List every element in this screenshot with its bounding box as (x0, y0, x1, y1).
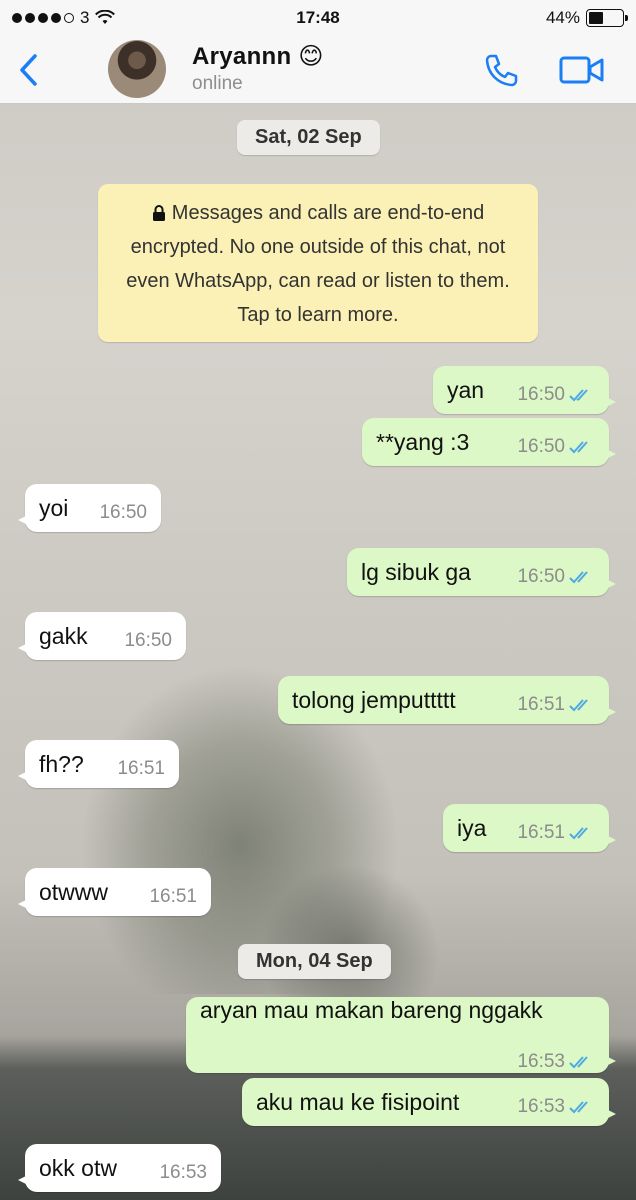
message-meta: 16:50 (124, 630, 172, 652)
double-check-icon (569, 699, 588, 712)
message-bubble-incoming[interactable]: fh?? 16:51 (18, 740, 179, 788)
message-text: gakk (39, 622, 88, 649)
message-meta: 16:51 (517, 694, 595, 716)
message-text: aryan mau makan bareng nggakk (200, 997, 543, 1023)
double-check-icon (569, 1101, 588, 1114)
message-bubble-outgoing[interactable]: iya 16:51 (443, 804, 616, 852)
message-time: 16:51 (517, 822, 565, 843)
message-bubble-outgoing[interactable]: lg sibuk ga 16:50 (347, 548, 616, 596)
message-text: fh?? (39, 750, 84, 777)
message-text: yoi (39, 494, 69, 521)
message-time: 16:50 (517, 566, 565, 587)
message-text: otwww (39, 878, 109, 905)
message-meta: 16:50 (517, 566, 595, 588)
message-bubble-outgoing[interactable]: aryan mau makan bareng nggakk 16:53 (186, 997, 616, 1073)
double-check-icon (569, 571, 588, 584)
message-time: 16:51 (517, 694, 565, 715)
status-left: 3 (12, 8, 116, 28)
lock-icon (152, 205, 165, 221)
message-time: 16:50 (99, 502, 147, 523)
message-text: aku mau ke fisipoint (256, 1088, 460, 1115)
message-time: 16:50 (517, 384, 565, 405)
message-meta: 16:53 (159, 1162, 207, 1184)
chat-header: Aryannn 😊 online (0, 36, 636, 104)
date-chip: Sat, 02 Sep (237, 120, 380, 155)
battery-icon (586, 9, 628, 27)
double-check-icon (569, 1056, 588, 1069)
wifi-icon (95, 10, 116, 24)
chat-area[interactable]: Sat, 02 Sep Messages and calls are end-t… (0, 104, 636, 1200)
message-time: 16:50 (517, 436, 565, 457)
carrier-label: 3 (80, 8, 90, 27)
battery-percent: 44% (545, 8, 580, 27)
message-time: 16:53 (517, 1096, 565, 1117)
date-chip: Mon, 04 Sep (238, 944, 391, 979)
message-bubble-incoming[interactable]: otwww 16:51 (18, 868, 211, 916)
message-meta: 16:51 (117, 758, 165, 780)
message-bubble-outgoing[interactable]: aku mau ke fisipoint 16:53 (242, 1078, 616, 1126)
message-bubble-incoming[interactable]: okk otw 16:53 (18, 1144, 221, 1192)
message-text: tolong jemputtttt (292, 686, 456, 713)
video-call-button[interactable] (556, 50, 608, 90)
battery-fill (589, 12, 604, 24)
message-bubble-incoming[interactable]: gakk 16:50 (18, 612, 186, 660)
message-bubble-incoming[interactable]: yoi 16:50 (18, 484, 161, 532)
message-text: lg sibuk ga (361, 558, 471, 585)
encryption-notice-text: Messages and calls are end-to-end encryp… (126, 202, 510, 326)
message-meta: 16:50 (517, 436, 595, 458)
message-text: okk otw (39, 1154, 117, 1181)
message-bubble-outgoing[interactable]: tolong jemputtttt 16:51 (278, 676, 616, 724)
message-bubble-outgoing[interactable]: **yang :3 16:50 (362, 418, 616, 466)
status-bar: 3 17:48 44% (0, 0, 636, 36)
message-meta: 16:50 (517, 384, 595, 406)
contact-name: Aryannn 😊 (192, 43, 324, 70)
message-meta: 16:50 (99, 502, 147, 524)
encryption-notice[interactable]: Messages and calls are end-to-end encryp… (98, 184, 538, 342)
message-time: 16:51 (117, 758, 165, 779)
message-meta: 16:53 (517, 1096, 595, 1118)
contact-info[interactable]: Aryannn 😊 online (192, 42, 324, 95)
avatar[interactable] (108, 40, 166, 98)
message-meta: 16:51 (149, 886, 197, 908)
message-text: yan (447, 376, 485, 403)
message-time: 16:53 (159, 1162, 207, 1183)
message-bubble-outgoing[interactable]: yan 16:50 (433, 366, 616, 414)
signal-icon (12, 13, 74, 23)
message-time: 16:50 (124, 630, 172, 651)
voice-call-button[interactable] (478, 50, 522, 90)
message-time: 16:53 (517, 1051, 565, 1072)
message-time: 16:51 (149, 886, 197, 907)
message-meta: 16:51 (517, 822, 595, 844)
video-camera-icon (559, 56, 604, 84)
double-check-icon (569, 389, 588, 402)
message-meta: 16:53 (517, 1051, 595, 1073)
status-right: 44% (545, 8, 628, 28)
back-chevron-icon (20, 53, 37, 86)
double-check-icon (569, 441, 588, 454)
back-button[interactable] (0, 36, 56, 104)
double-check-icon (569, 827, 588, 840)
message-text: iya (457, 814, 487, 841)
phone-icon (485, 54, 518, 87)
contact-status: online (192, 73, 243, 94)
message-text: **yang :3 (376, 428, 470, 455)
